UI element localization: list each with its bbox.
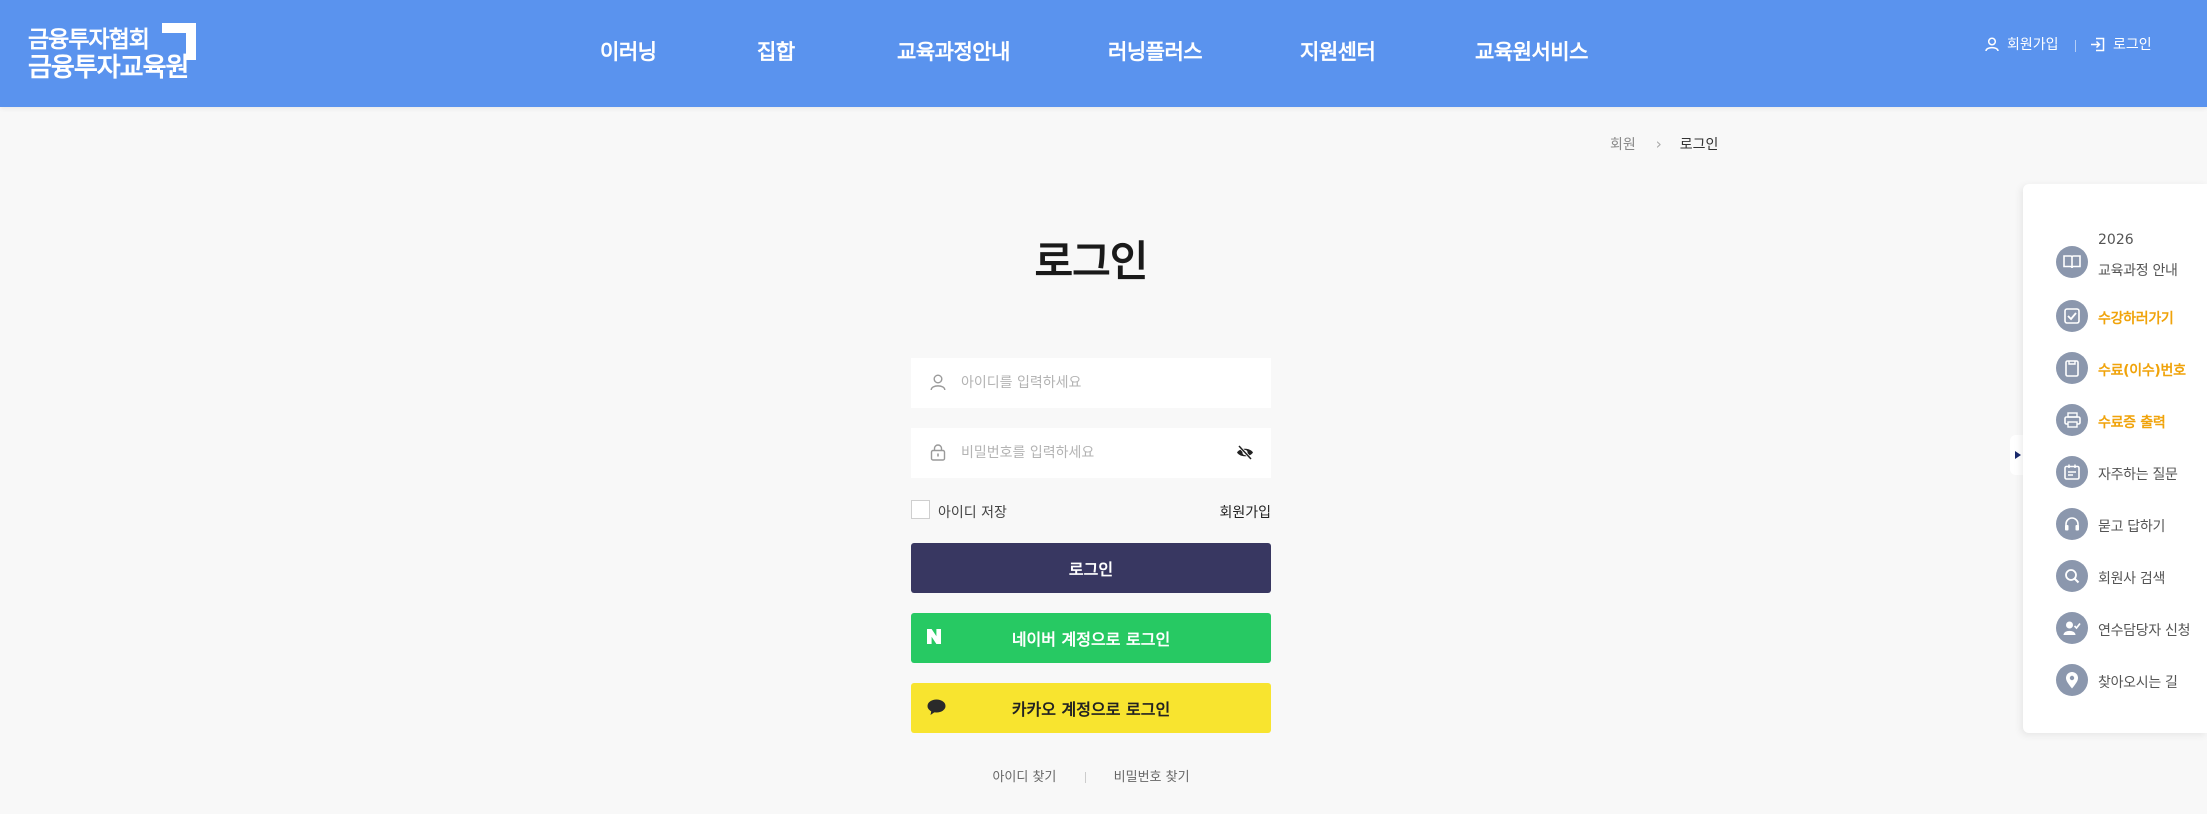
speech-bubble-icon: [927, 699, 946, 715]
user-icon: [930, 374, 946, 391]
kakao-login-label: 카카오 계정으로 로그인: [1011, 700, 1171, 719]
book-icon: [2056, 246, 2088, 278]
nav-course-guide[interactable]: 교육과정안내: [897, 36, 1010, 66]
quick-label: 수강하러가기: [2098, 311, 2174, 327]
signup-link[interactable]: 회원가입: [1219, 502, 1271, 522]
quick-qna[interactable]: 묻고 답하기: [2056, 508, 2206, 540]
quick-label: 수료(이수)번호: [2098, 363, 2186, 379]
naver-login-button[interactable]: 네이버 계정으로 로그인: [911, 613, 1271, 663]
page-title: 로그인: [1034, 237, 1149, 286]
find-password-link[interactable]: 비밀번호 찾기: [1114, 770, 1190, 785]
quick-label: 자주하는 질문: [2098, 467, 2178, 483]
chevron-right-icon: ›: [1655, 135, 1662, 153]
map-pin-icon: [2056, 664, 2088, 696]
naver-icon: [927, 629, 941, 644]
quick-label: 찾아오시는 길: [2098, 675, 2178, 691]
login-button[interactable]: 로그인: [911, 543, 1271, 593]
quick-label: 수료증 출력: [2098, 415, 2166, 431]
quick-course-guide[interactable]: 2026 교육과정 안내: [2056, 232, 2206, 279]
quick-faq[interactable]: 자주하는 질문: [2056, 456, 2206, 488]
document-icon: [2056, 352, 2088, 384]
header-login-label: 로그인: [2113, 37, 2152, 53]
login-icon: [2091, 37, 2105, 51]
quick-year: 2026: [2098, 232, 2134, 248]
printer-icon: [2056, 404, 2088, 436]
naver-login-label: 네이버 계정으로 로그인: [1011, 630, 1171, 649]
eye-off-icon[interactable]: [1236, 445, 1254, 460]
site-header: 금융투자협회 금융투자교육원 이러닝 집합 교육과정안내 러닝플러스 지원센터 …: [0, 0, 2207, 107]
quick-label: 연수담당자 신청: [2098, 623, 2191, 639]
nav-learning-plus[interactable]: 러닝플러스: [1108, 36, 1203, 66]
header-signup-label: 회원가입: [2007, 37, 2059, 53]
kakao-login-button[interactable]: 카카오 계정으로 로그인: [911, 683, 1271, 733]
quick-go-to-course[interactable]: 수강하러가기: [2056, 300, 2206, 332]
breadcrumb: 회원 › 로그인: [1610, 135, 1718, 153]
main-nav: 이러닝 집합 교육과정안내 러닝플러스 지원센터 교육원서비스: [0, 0, 2207, 100]
quick-member-search[interactable]: 회원사 검색: [2056, 560, 2206, 592]
find-divider: [1084, 772, 1086, 783]
id-input[interactable]: [961, 358, 1231, 408]
breadcrumb-current: 로그인: [1679, 137, 1719, 153]
nav-support-center[interactable]: 지원센터: [1300, 36, 1376, 66]
quick-label: 교육과정 안내: [2098, 263, 2178, 279]
save-id-row: 아이디 저장 회원가입: [911, 499, 1271, 521]
find-account-row: 아이디 찾기 비밀번호 찾기: [911, 766, 1271, 785]
save-id-label[interactable]: 아이디 저장: [938, 502, 1007, 522]
calendar-icon: [2056, 456, 2088, 488]
headset-icon: [2056, 508, 2088, 540]
password-input[interactable]: [961, 428, 1231, 478]
check-square-icon: [2056, 300, 2088, 332]
quick-print-certificate[interactable]: 수료증 출력: [2056, 404, 2206, 436]
nav-classroom[interactable]: 집합: [757, 36, 795, 66]
nav-institute-services[interactable]: 교육원서비스: [1475, 36, 1588, 66]
user-check-icon: [2056, 612, 2088, 644]
quick-training-manager[interactable]: 연수담당자 신청: [2056, 612, 2206, 644]
search-icon: [2056, 560, 2088, 592]
quick-label: 묻고 답하기: [2098, 519, 2166, 535]
header-login-link[interactable]: 로그인: [2090, 34, 2152, 54]
quick-menu: 2026 교육과정 안내 수강하러가기 수료(이수)번호 수료증 출력 자주하는…: [2023, 184, 2207, 733]
quick-completion-number[interactable]: 수료(이수)번호: [2056, 352, 2206, 384]
login-button-label: 로그인: [1068, 560, 1114, 579]
user-icon: [1985, 36, 1999, 51]
nav-elearning[interactable]: 이러닝: [600, 36, 657, 66]
save-id-checkbox[interactable]: [911, 500, 930, 519]
password-field: [911, 428, 1271, 478]
quick-directions[interactable]: 찾아오시는 길: [2056, 664, 2206, 696]
util-divider: [2075, 40, 2076, 52]
id-field: [911, 358, 1271, 408]
header-signup-link[interactable]: 회원가입: [1985, 34, 2059, 54]
quick-menu-toggle[interactable]: [2010, 435, 2024, 475]
lock-icon: [930, 444, 946, 461]
quick-label: 회원사 검색: [2098, 571, 2166, 587]
breadcrumb-parent[interactable]: 회원: [1610, 134, 1636, 154]
find-id-link[interactable]: 아이디 찾기: [992, 770, 1056, 785]
